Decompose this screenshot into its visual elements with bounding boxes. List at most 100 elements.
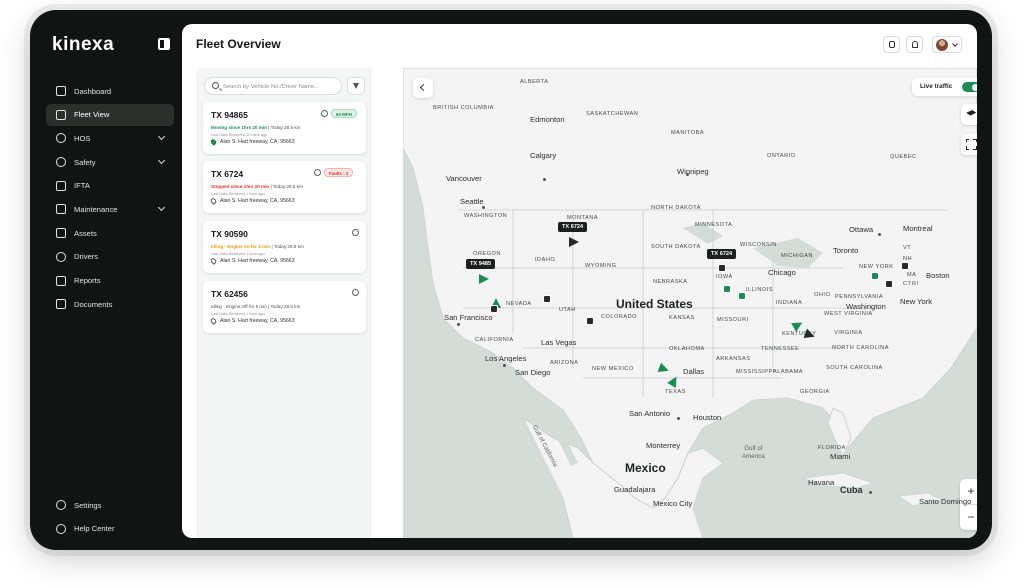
stop-marker[interactable]: [543, 295, 551, 303]
status-text: Idling - Engine Off for 5 min: [211, 304, 267, 309]
notifications-button[interactable]: [906, 36, 923, 53]
map-label: FLORIDA: [818, 445, 846, 451]
search-input[interactable]: [223, 81, 339, 92]
page-title: Fleet Overview: [196, 37, 281, 51]
bell-icon: [912, 41, 918, 48]
vehicle-list-panel: TX 94865 60 MPH Moving since 1hrs 20 min…: [196, 68, 372, 538]
map-label: Santo Domingo: [919, 497, 972, 506]
map-label: WASHINGTON: [464, 213, 508, 219]
map-label: CT: [903, 281, 912, 287]
user-menu[interactable]: [932, 36, 962, 53]
last-received: Last Data Recieved 1 hour ago: [211, 251, 265, 256]
vehicle-card[interactable]: TX 6724 Faults : 2 Stopped since 1hrs 20…: [203, 161, 366, 213]
collapse-panel-button[interactable]: [413, 78, 433, 98]
map-label: PENNSYLVANIA: [835, 294, 884, 300]
filter-button[interactable]: [347, 77, 365, 95]
stop-marker[interactable]: [718, 264, 726, 272]
layers-button[interactable]: [961, 104, 977, 125]
sidebar-item-dashboard[interactable]: Dashboard: [46, 80, 174, 102]
vehicle-moving-icon[interactable]: [479, 274, 489, 284]
map-label: TEXAS: [665, 389, 686, 395]
vehicle-location: Alan S. Hart freeway, CA, 95663: [209, 197, 295, 205]
location-pin-icon: [209, 257, 218, 265]
sidebar-item-documents[interactable]: Documents: [46, 293, 174, 315]
stop-marker[interactable]: [871, 272, 879, 280]
sidebar-item-fleet-view[interactable]: Fleet View: [46, 103, 174, 126]
map-label: MISSOURI: [717, 317, 749, 323]
map-label: GEORGIA: [800, 389, 830, 395]
shield-icon: [56, 157, 66, 168]
filter-icon: [353, 83, 359, 89]
map-label: NEVADA: [506, 301, 532, 307]
speed-badge: 60 MPH: [331, 109, 357, 118]
map-label: OKLAHOMA: [669, 346, 705, 352]
vehicle-marker-label[interactable]: TX 9485: [466, 259, 496, 269]
map-label: Chicago: [768, 268, 796, 277]
vehicle-id: TX 6724: [211, 169, 244, 179]
sidebar-item-hos[interactable]: HOS: [46, 127, 174, 149]
today-distance: Today:28.5 km: [273, 244, 304, 249]
document-icon: [56, 299, 66, 310]
sidebar-item-settings[interactable]: Settings: [46, 494, 174, 516]
map-label: COLORADO: [601, 314, 638, 320]
stop-marker[interactable]: [490, 305, 498, 313]
sidebar-collapse-icon[interactable]: [158, 38, 170, 50]
stop-marker[interactable]: [885, 280, 893, 288]
map-label: SOUTH CAROLINA: [826, 365, 883, 371]
map-label: MONTANA: [567, 215, 599, 221]
map-label: SOUTH DAKOTA: [651, 244, 701, 250]
engine-icon: [321, 110, 328, 117]
map-label: ALBERTA: [520, 79, 549, 85]
map-label: ONTARIO: [767, 153, 796, 159]
sidebar-item-drivers[interactable]: Drivers: [46, 246, 174, 268]
live-traffic-toggle[interactable]: Live traffic: [912, 78, 977, 96]
vehicle-card[interactable]: TX 62456 Idling - Engine Off for 5 min |…: [203, 281, 366, 333]
stop-marker[interactable]: [901, 262, 909, 270]
map-label: Miami: [830, 452, 851, 461]
messages-button[interactable]: [883, 36, 900, 53]
toggle-switch[interactable]: [962, 82, 977, 92]
sidebar-nav: Dashboard Fleet View HOS Safety IFTA Mai…: [46, 80, 174, 317]
dashboard-icon: [56, 86, 66, 96]
search-box[interactable]: [204, 77, 342, 95]
sidebar-item-help-center[interactable]: Help Center: [46, 518, 174, 540]
sidebar-item-reports[interactable]: Reports: [46, 270, 174, 292]
map-label: OREGON: [473, 251, 501, 257]
fleet-map[interactable]: Live traffic + − ALBERTA BRITISH COLUMBI…: [403, 68, 977, 538]
map-label: IOWA: [716, 274, 733, 280]
chevron-down-icon: [157, 157, 166, 165]
sidebar-item-label: Documents: [74, 299, 113, 309]
location-pin-icon: [209, 317, 218, 325]
map-label: IDAHO: [535, 257, 556, 263]
vehicle-card[interactable]: TX 90590 Idling - Engine on for 5 min | …: [203, 221, 366, 273]
sidebar-item-safety[interactable]: Safety: [46, 151, 174, 173]
sidebar-item-label: Drivers: [74, 252, 99, 262]
sidebar-item-assets[interactable]: Assets: [46, 222, 174, 244]
zoom-out-button[interactable]: −: [960, 505, 977, 530]
wrench-icon: [56, 204, 66, 215]
stop-marker[interactable]: [586, 317, 594, 325]
map-label: San Antonio: [629, 409, 670, 418]
sidebar-item-ifta[interactable]: IFTA: [46, 175, 174, 197]
stop-marker[interactable]: [738, 292, 746, 300]
vehicle-location: Alan S. Hart freeway, CA, 95663: [209, 138, 295, 146]
location-pin-icon: [209, 138, 218, 146]
map-label: Boston: [926, 271, 950, 280]
vehicle-stopped-icon[interactable]: [569, 237, 579, 247]
map-label: UTAH: [559, 307, 576, 313]
map-label: VT: [903, 245, 912, 251]
map-label: RI: [912, 281, 919, 287]
sidebar-item-label: Reports: [74, 276, 101, 285]
map-label: QUEBEC: [890, 154, 917, 160]
sidebar-item-maintenance[interactable]: Maintenance: [46, 198, 174, 220]
map-label: VIRGINIA: [834, 330, 863, 336]
stop-marker[interactable]: [723, 285, 731, 293]
map-label: Dallas: [683, 367, 705, 376]
map-label: Ottawa: [849, 225, 874, 234]
fullscreen-button[interactable]: [961, 134, 977, 155]
vehicle-marker-label[interactable]: TX 6724: [707, 249, 737, 259]
map-label: Havana: [808, 478, 835, 487]
map-label: ALABAMA: [773, 369, 803, 375]
vehicle-marker-label[interactable]: TX 6724: [558, 222, 588, 232]
vehicle-card[interactable]: TX 94865 60 MPH Moving since 1hrs 20 min…: [203, 102, 366, 154]
